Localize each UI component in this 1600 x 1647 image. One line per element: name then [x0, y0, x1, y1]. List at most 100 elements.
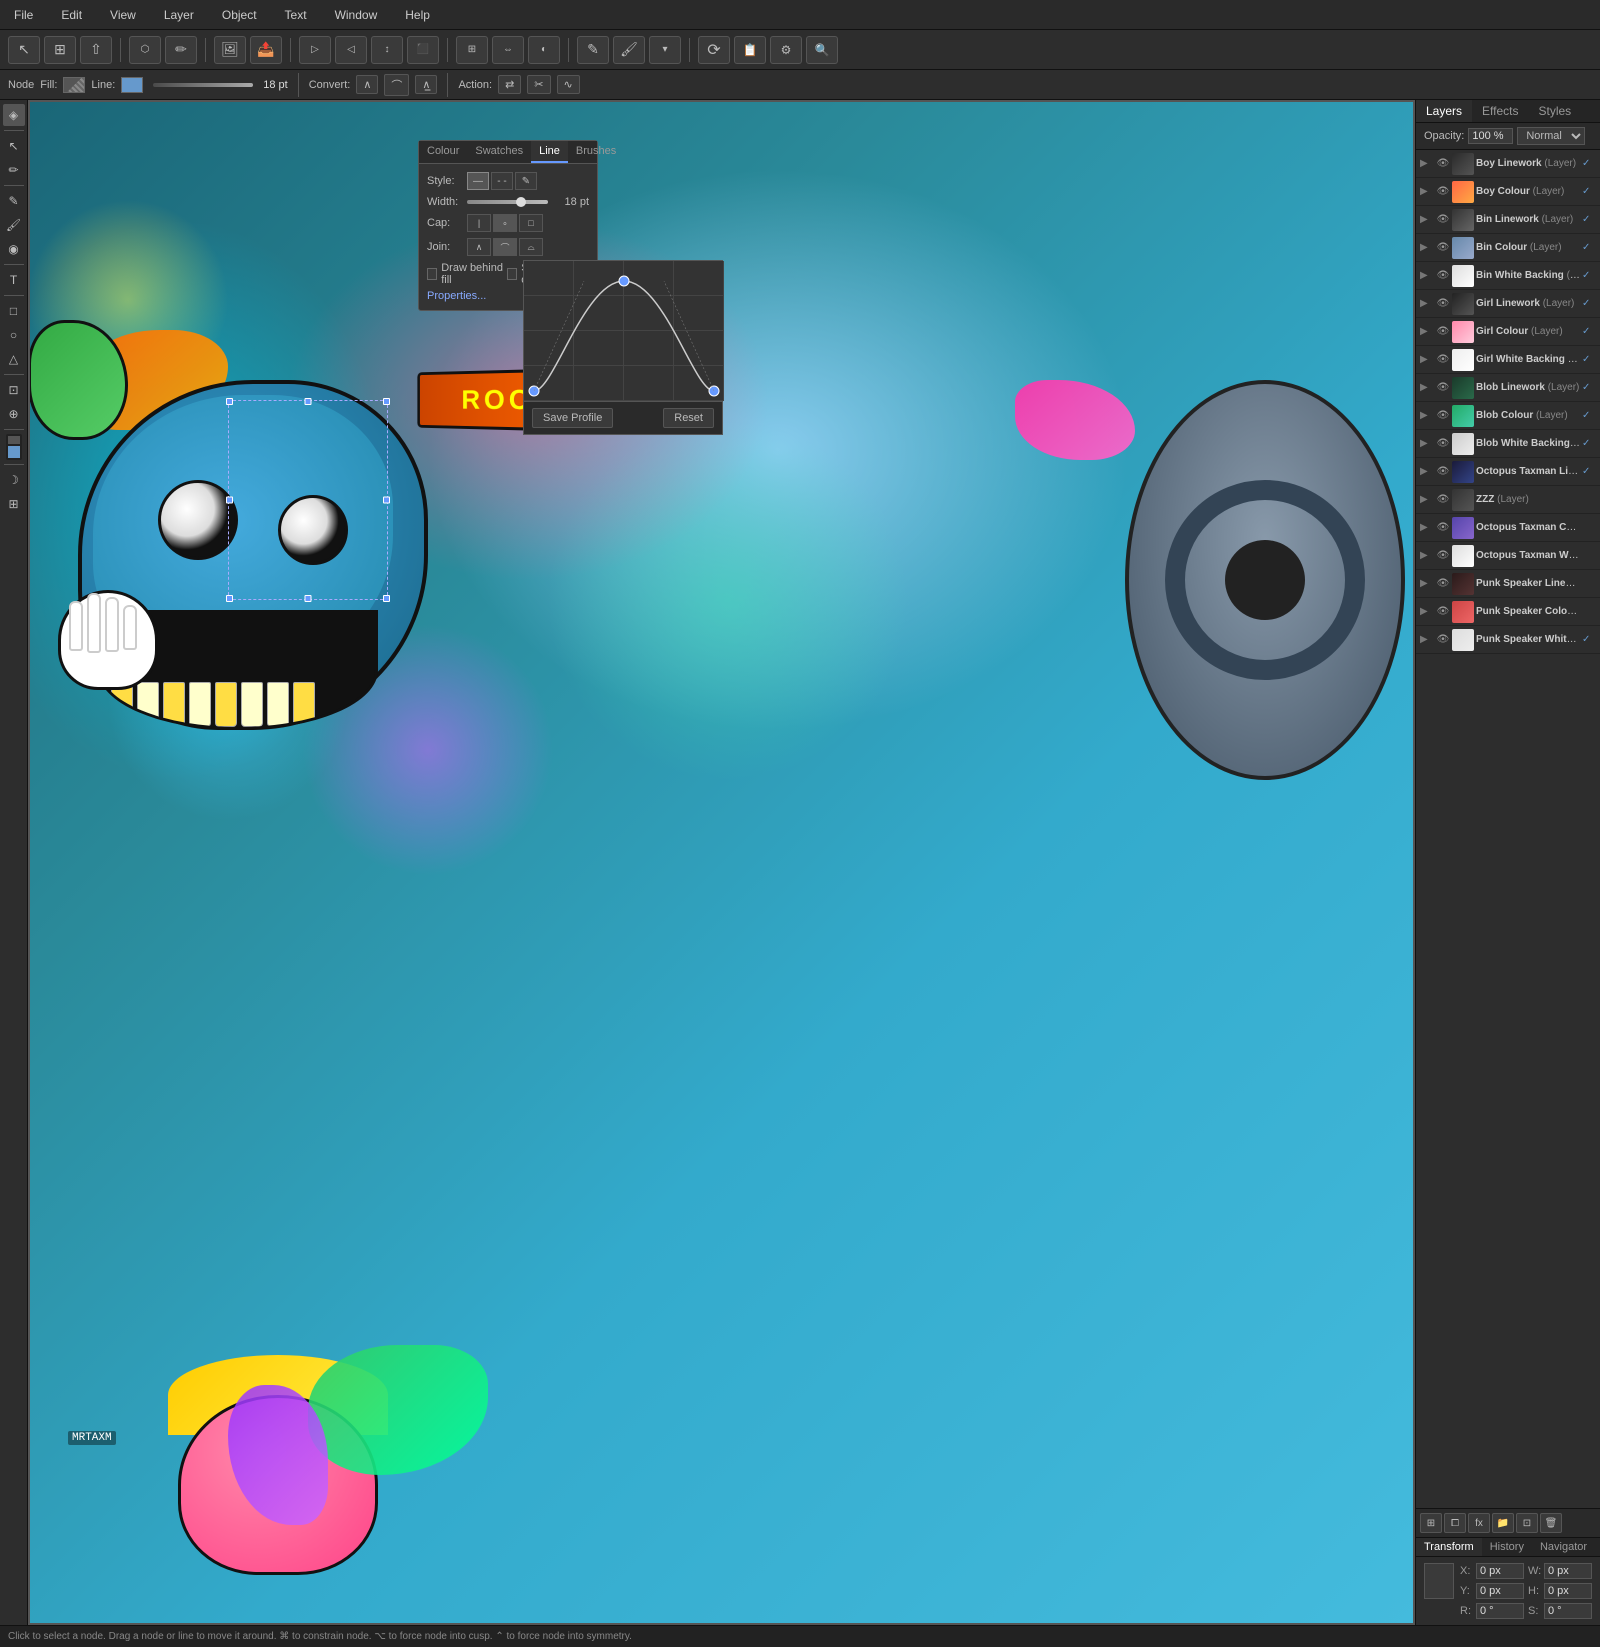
rp-delete-layer[interactable]: 🗑 [1540, 1513, 1562, 1533]
save-profile-button[interactable]: Save Profile [532, 408, 613, 428]
menu-view[interactable]: View [104, 6, 142, 24]
layer-octopus-taxman-colour[interactable]: ▶ 👁 Octopus Taxman Colour [1416, 514, 1600, 542]
tool-export[interactable]: 📤 [250, 36, 282, 64]
layer-check-blob-col[interactable]: ✓ [1582, 410, 1596, 421]
layer-vis-punk-col[interactable]: 👁 [1436, 605, 1450, 619]
layer-expand-boy-line[interactable]: ▶ [1420, 158, 1434, 169]
layer-vis-girl-col[interactable]: 👁 [1436, 325, 1450, 339]
layer-vis-oct-white[interactable]: 👁 [1436, 549, 1450, 563]
line-color-swatch[interactable] [121, 77, 143, 93]
menu-edit[interactable]: Edit [55, 6, 88, 24]
layer-expand-girl-line[interactable]: ▶ [1420, 298, 1434, 309]
layer-expand-punk-white[interactable]: ▶ [1420, 634, 1434, 645]
layer-girl-white-backing[interactable]: ▶ 👁 Girl White Backing (Layer) ✓ [1416, 346, 1600, 374]
lp-width-thumb[interactable] [516, 197, 526, 207]
tool-search[interactable]: 🔍 [806, 36, 838, 64]
lp-cap-square[interactable]: □ [519, 214, 543, 232]
rp-tab-effects[interactable]: Effects [1472, 100, 1528, 122]
tool-crop-btn[interactable]: ⊡ [3, 379, 25, 401]
tool-polygon-btn[interactable]: △ [3, 348, 25, 370]
layer-bin-white-backing[interactable]: ▶ 👁 Bin White Backing (Layer) ✓ [1416, 262, 1600, 290]
layer-expand-punk-line[interactable]: ▶ [1420, 578, 1434, 589]
tp-y-input[interactable] [1476, 1583, 1524, 1599]
layer-blob-colour[interactable]: ▶ 👁 Blob Colour (Layer) ✓ [1416, 402, 1600, 430]
layer-vis-blob-col[interactable]: 👁 [1436, 409, 1450, 423]
tool-pencil2[interactable]: ✎ [577, 36, 609, 64]
layer-expand-bin-line[interactable]: ▶ [1420, 214, 1434, 225]
tp-r-input[interactable] [1476, 1603, 1524, 1619]
lp-style-dash[interactable]: - - [491, 172, 513, 190]
lp-style-dot[interactable]: ✎ [515, 172, 537, 190]
action-btn1[interactable]: ⇄ [498, 75, 521, 94]
layer-boy-colour[interactable]: ▶ 👁 Boy Colour (Layer) ✓ [1416, 178, 1600, 206]
convert-btn3[interactable]: ∧̲ [415, 75, 437, 94]
layer-check-oct-line[interactable]: ✓ [1582, 466, 1596, 477]
layer-check-bin-col[interactable]: ✓ [1582, 242, 1596, 253]
layer-expand-girl-white[interactable]: ▶ [1420, 354, 1434, 365]
tool-artboard[interactable]: ⊞ [44, 36, 76, 64]
tool-node-btn[interactable]: ◈ [3, 104, 25, 126]
tool-rect-btn[interactable]: □ [3, 300, 25, 322]
layer-check-blob-line[interactable]: ✓ [1582, 382, 1596, 393]
rp-tab-transform[interactable]: Transform [1416, 1538, 1482, 1556]
tool-copy-paste[interactable]: 📋 [734, 36, 766, 64]
layer-vis-punk-white[interactable]: 👁 [1436, 633, 1450, 647]
layer-check-girl-white[interactable]: ✓ [1582, 354, 1596, 365]
tool-pencil-btn[interactable]: ✎ [3, 190, 25, 212]
rp-tab-styles[interactable]: Styles [1529, 100, 1582, 122]
tool-flip-h[interactable]: ⇔ [492, 36, 524, 64]
lp-tab-brushes[interactable]: Brushes [568, 141, 624, 163]
menu-object[interactable]: Object [216, 6, 263, 24]
tool-boolean[interactable]: ◐ [528, 36, 560, 64]
lp-tab-line[interactable]: Line [531, 141, 568, 163]
rp-tab-layers[interactable]: Layers [1416, 100, 1472, 122]
layer-check-bin-white[interactable]: ✓ [1582, 270, 1596, 281]
tool-snap3[interactable]: ↕ [371, 36, 403, 64]
layer-expand-bin-white[interactable]: ▶ [1420, 270, 1434, 281]
layer-bin-linework[interactable]: ▶ 👁 Bin Linework (Layer) ✓ [1416, 206, 1600, 234]
layer-expand-blob-white[interactable]: ▶ [1420, 438, 1434, 449]
menu-text[interactable]: Text [279, 6, 313, 24]
opacity-input[interactable] [1468, 128, 1513, 144]
layer-vis-girl-white[interactable]: 👁 [1436, 353, 1450, 367]
lp-tab-swatches[interactable]: Swatches [467, 141, 531, 163]
convert-btn1[interactable]: ∧ [356, 75, 378, 94]
layer-vis-bin-white[interactable]: 👁 [1436, 269, 1450, 283]
convert-btn2[interactable]: ⌒ [384, 74, 409, 96]
layer-vis-boy-line[interactable]: 👁 [1436, 157, 1450, 171]
layer-vis-bin-col[interactable]: 👁 [1436, 241, 1450, 255]
tool-snap4[interactable]: ⬛ [407, 36, 439, 64]
layer-expand-blob-col[interactable]: ▶ [1420, 410, 1434, 421]
menu-layer[interactable]: Layer [158, 6, 200, 24]
tp-s-input[interactable] [1544, 1603, 1592, 1619]
layer-expand-girl-col[interactable]: ▶ [1420, 326, 1434, 337]
canvas-area[interactable]: ROCK [28, 100, 1415, 1625]
layer-vis-bin-line[interactable]: 👁 [1436, 213, 1450, 227]
layer-punk-speaker-white[interactable]: ▶ 👁 Punk Speaker White Back ✓ [1416, 626, 1600, 654]
layer-zzz[interactable]: ▶ 👁 ZZZ (Layer) [1416, 486, 1600, 514]
layer-check-blob-white[interactable]: ✓ [1582, 438, 1596, 449]
menu-help[interactable]: Help [399, 6, 436, 24]
layer-vis-blob-line[interactable]: 👁 [1436, 381, 1450, 395]
lp-cap-flat[interactable]: | [467, 214, 491, 232]
layer-check-girl-col[interactable]: ✓ [1582, 326, 1596, 337]
rp-tab-navigator[interactable]: Navigator [1532, 1538, 1595, 1556]
tool-place-image[interactable]: 🖼 [214, 36, 246, 64]
layer-vis-zzz[interactable]: 👁 [1436, 493, 1450, 507]
tool-fill-btn[interactable]: ◉ [3, 238, 25, 260]
tool-hand-btn[interactable]: ☽ [3, 469, 25, 491]
tp-h-input[interactable] [1544, 1583, 1592, 1599]
layer-expand-oct-col[interactable]: ▶ [1420, 522, 1434, 533]
tool-settings[interactable]: ⚙ [770, 36, 802, 64]
layer-expand-boy-col[interactable]: ▶ [1420, 186, 1434, 197]
tool-brush-btn[interactable]: 🖌 [3, 214, 25, 236]
tool-zoom-btn[interactable]: ⊕ [3, 403, 25, 425]
menu-window[interactable]: Window [329, 6, 384, 24]
tool-undo-hist[interactable]: ⟳ [698, 36, 730, 64]
tool-brush-style[interactable]: 🖌 [613, 36, 645, 64]
layer-check-punk-white[interactable]: ✓ [1582, 634, 1596, 645]
tool-snap2[interactable]: ◁ [335, 36, 367, 64]
tp-x-input[interactable] [1476, 1563, 1524, 1579]
blend-mode-select[interactable]: Normal Multiply Screen Overlay [1517, 127, 1585, 145]
layer-vis-punk-line[interactable]: 👁 [1436, 577, 1450, 591]
